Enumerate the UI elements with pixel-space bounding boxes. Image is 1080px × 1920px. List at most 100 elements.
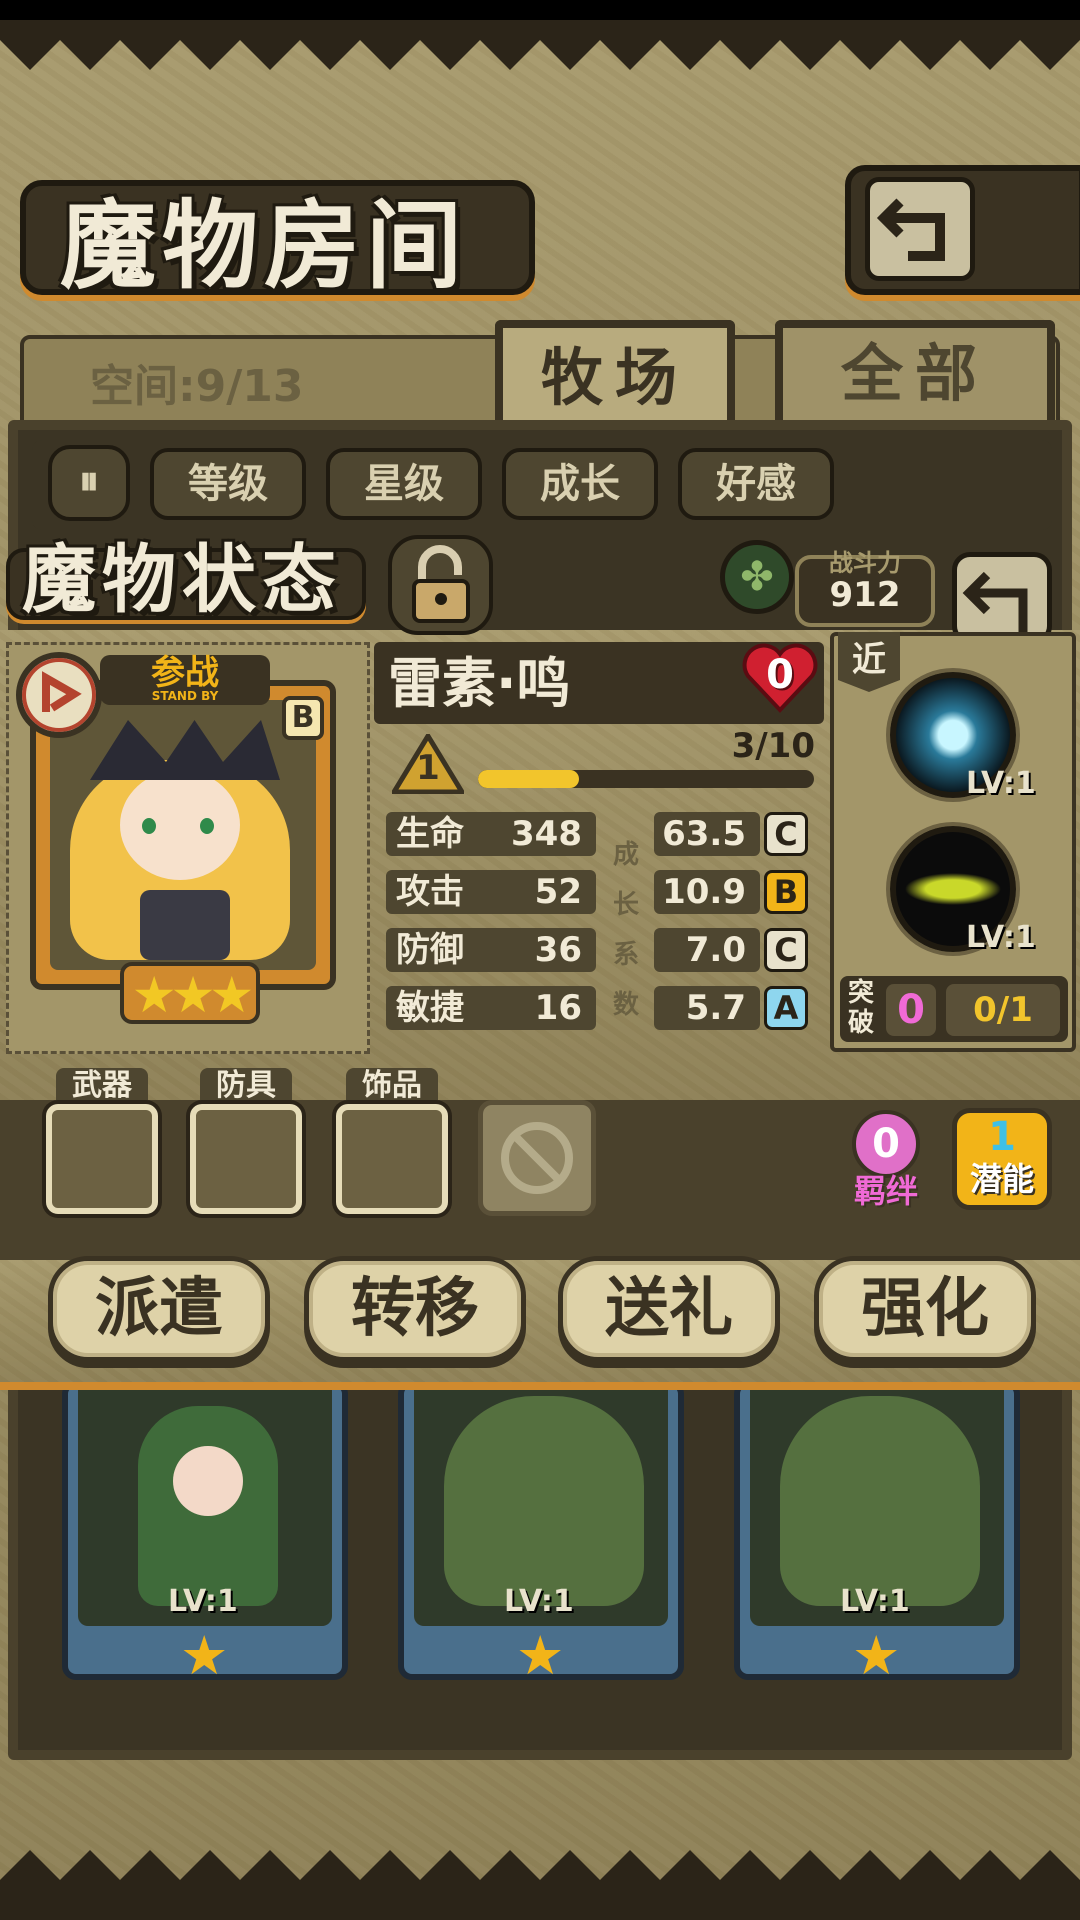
monster-name: 雷素·鸣: [388, 652, 571, 715]
growth-grade-badge: C: [764, 812, 808, 856]
back-button[interactable]: [845, 165, 1080, 295]
eq-label-weapon: 武器: [56, 1068, 148, 1104]
eq-label-accessory: 饰品: [346, 1068, 438, 1104]
rank-badge: B: [282, 696, 324, 740]
potential-button[interactable]: 1 潜能: [952, 1108, 1052, 1210]
return-icon: [962, 571, 1028, 633]
star-icon: ★: [209, 966, 254, 1024]
exp-bar-fill: [478, 770, 579, 788]
stat-label: 攻击: [396, 872, 464, 912]
gift-button[interactable]: 送礼: [558, 1256, 780, 1362]
stat-value: 348: [511, 814, 582, 854]
tab-all[interactable]: 全部: [775, 320, 1055, 420]
tab-ranch-label: 牧场: [540, 341, 689, 414]
standby-sub: STAND BY: [151, 689, 219, 703]
armor-slot[interactable]: [190, 1104, 302, 1214]
bond-label: 羁绊: [853, 1172, 918, 1210]
monster-card[interactable]: LV:1 ★: [398, 1380, 684, 1686]
star-rating: ★★★: [120, 962, 260, 1024]
stat-row: 攻击 52: [386, 870, 596, 914]
weapon-slot[interactable]: [46, 1104, 158, 1214]
breakthrough-count: 0: [886, 984, 936, 1036]
close-status-button[interactable]: [952, 552, 1052, 644]
growth-value: 7.0: [654, 928, 760, 972]
sort-growth-button[interactable]: 成长: [502, 448, 658, 520]
standby-banner: 参战 STAND BY: [100, 655, 270, 705]
card-level: LV:1: [168, 1584, 238, 1619]
growth-char: 长: [612, 890, 639, 920]
bond-button[interactable]: 0 羁绊: [842, 1110, 930, 1210]
transfer-button[interactable]: 转移: [304, 1256, 526, 1362]
dispatch-button[interactable]: 派遣: [48, 1256, 270, 1362]
page-title: 魔物房间: [60, 189, 468, 302]
skill-slash-button[interactable]: LV:1: [890, 826, 1036, 955]
sort-toggle-button[interactable]: ⏸: [48, 445, 130, 521]
growth-char: 系: [612, 940, 639, 970]
stat-label: 敏捷: [396, 988, 464, 1028]
breakthrough-progress: 0/1: [946, 984, 1060, 1036]
tab-all-label: 全部: [840, 337, 989, 410]
tab-ranch[interactable]: 牧场: [495, 320, 735, 432]
stat-value: 36: [534, 930, 582, 970]
stat-label: 防御: [396, 930, 464, 970]
eq-label-armor: 防具: [200, 1068, 292, 1104]
power-label: 战斗力: [829, 549, 901, 577]
skill-lightning-button[interactable]: LV:1: [890, 672, 1036, 801]
disabled-icon: [501, 1122, 573, 1194]
attack-type-badge: 近: [838, 632, 900, 692]
stat-row: 防御 36: [386, 928, 596, 972]
stat-label: 生命: [396, 814, 464, 854]
growth-char: 数: [612, 990, 639, 1020]
stat-row: 生命 348: [386, 812, 596, 856]
lock-icon: [412, 545, 470, 623]
standby-arrow-icon: [42, 671, 82, 712]
monster-card[interactable]: LV:1 ★: [62, 1380, 348, 1686]
attack-type-label: 近: [852, 640, 886, 680]
star-icon: ★: [180, 1624, 229, 1687]
bottom-zigzag-border: [0, 1850, 1080, 1920]
growth-value: 5.7: [654, 986, 760, 1030]
star-icon: ★: [170, 966, 216, 1024]
affection-value: 0: [766, 652, 794, 698]
star-icon: ★: [516, 1624, 565, 1687]
exp-text: 3/10: [731, 726, 815, 766]
star-icon: ★: [852, 1624, 901, 1687]
power-value: 912: [829, 575, 901, 615]
level-badge: 1: [389, 731, 467, 795]
growth-grade-badge: A: [764, 986, 808, 1030]
monster-card[interactable]: LV:1 ★: [734, 1380, 1020, 1686]
element-leaf-icon: ✤: [720, 540, 794, 614]
skill-level: LV:1: [966, 766, 1036, 801]
sort-level-button[interactable]: 等级: [150, 448, 306, 520]
standby-toggle-button[interactable]: [16, 652, 102, 738]
growth-value: 10.9: [654, 870, 760, 914]
star-icon: ★: [131, 966, 177, 1024]
power-box: 战斗力 912: [795, 549, 935, 627]
card-level: LV:1: [840, 1584, 910, 1619]
accessory-slot[interactable]: [336, 1104, 448, 1214]
stat-value: 16: [534, 988, 582, 1028]
top-zigzag-border: [0, 20, 1080, 70]
back-icon: [865, 177, 975, 281]
lock-button[interactable]: [388, 535, 493, 635]
portrait-art: [50, 700, 316, 970]
affection-heart-icon: 0: [740, 640, 820, 716]
skill-level: LV:1: [966, 920, 1036, 955]
stat-row: 敏捷 16: [386, 986, 596, 1030]
status-bar: [0, 0, 1080, 20]
exp-bar: [478, 770, 814, 788]
level-value: 1: [416, 748, 440, 788]
sort-star-button[interactable]: 星级: [326, 448, 482, 520]
enhance-button[interactable]: 强化: [814, 1256, 1036, 1362]
breakthrough-label: 突破: [848, 978, 875, 1038]
potential-value: 1: [988, 1114, 1016, 1160]
growth-char: 成: [612, 840, 639, 870]
potential-label: 潜能: [969, 1160, 1034, 1198]
growth-grade-badge: B: [764, 870, 808, 914]
stat-value: 52: [534, 872, 582, 912]
pause-sort-icon: ⏸: [79, 458, 99, 504]
growth-value: 63.5: [654, 812, 760, 856]
sort-affection-button[interactable]: 好感: [678, 448, 834, 520]
standby-label: 参战: [151, 653, 219, 693]
growth-grade-badge: C: [764, 928, 808, 972]
